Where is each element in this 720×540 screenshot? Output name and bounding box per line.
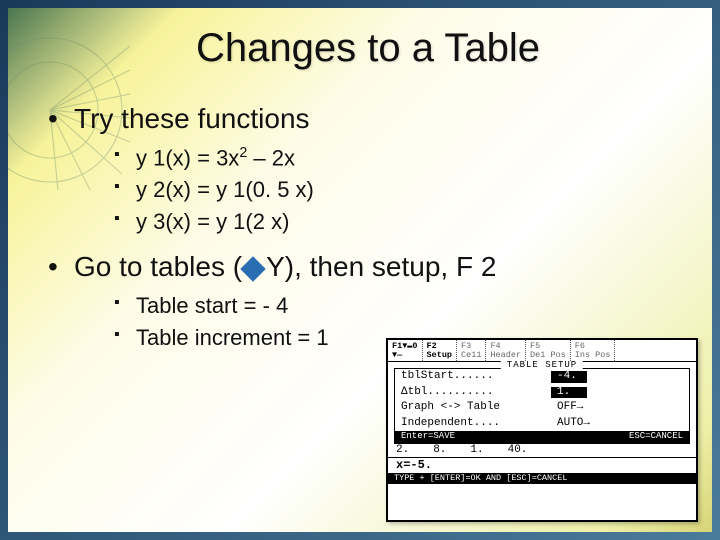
bullet-list-level1: Try these functions y 1(x) = 3x2 – 2x y … — [48, 103, 688, 351]
diamond-icon — [240, 257, 265, 282]
slide-content: Changes to a Table Try these functions y… — [0, 0, 720, 540]
fn-text: y 1(x) = 3x — [136, 145, 239, 170]
bullet-goto-tables: Go to tables ( Y), then setup, F 2 Table … — [48, 251, 688, 351]
x-entry-line[interactable]: x=-5. — [388, 457, 696, 473]
field-label: Independent.... — [401, 418, 551, 430]
function-list: y 1(x) = 3x2 – 2x y 2(x) = y 1(0. 5 x) y… — [114, 145, 688, 235]
table-data-row: 2. 8. 1. 40. — [388, 444, 696, 458]
bullet-text: Go to tables ( — [74, 251, 242, 282]
delta-tbl-row: Δtbl.......... 1. — [395, 385, 689, 401]
tblstart-row: tblStart...... -4. — [395, 369, 689, 385]
enter-save-hint: Enter=SAVE — [401, 432, 455, 441]
tblstart-value[interactable]: -4. — [551, 371, 587, 383]
calc-tab-f3[interactable]: F3Ce11 — [457, 340, 486, 361]
independent-row: Independent.... AUTO→ — [395, 416, 689, 432]
tab-label: De1 Pos — [530, 351, 566, 360]
field-label: Δtbl.......... — [401, 387, 551, 399]
function-y3: y 3(x) = y 1(2 x) — [114, 209, 688, 235]
tab-label: Header — [490, 351, 521, 360]
dialog-footer: Enter=SAVE ESC=CANCEL — [395, 431, 689, 442]
esc-cancel-hint: ESC=CANCEL — [629, 432, 683, 441]
calc-tab-f4[interactable]: F4Header — [486, 340, 526, 361]
tab-label: Setup — [427, 351, 453, 360]
calc-tab-f6[interactable]: F6Ins Pos — [571, 340, 616, 361]
delta-tbl-value[interactable]: 1. — [551, 387, 587, 399]
calc-tab-f5[interactable]: F5De1 Pos — [526, 340, 571, 361]
bullet-try-functions: Try these functions y 1(x) = 3x2 – 2x y … — [48, 103, 688, 235]
field-label: tblStart...... — [401, 371, 551, 383]
function-y1: y 1(x) = 3x2 – 2x — [114, 145, 688, 171]
field-label: Graph <-> Table — [401, 402, 551, 414]
table-start-item: Table start = - 4 — [114, 293, 688, 319]
slide-title: Changes to a Table — [48, 26, 688, 71]
independent-value[interactable]: AUTO→ — [551, 418, 596, 430]
tab-label: Ce11 — [461, 351, 481, 360]
table-cell: 40. — [508, 445, 528, 457]
calc-tab-f1[interactable]: F1▼▬0▼— — [388, 340, 423, 361]
calc-status-bar: TYPE + [ENTER]=OK AND [ESC]=CANCEL — [388, 473, 696, 484]
graph-table-row: Graph <-> Table OFF→ — [395, 400, 689, 416]
fn-text: – 2x — [247, 145, 295, 170]
table-cell: 1. — [470, 445, 483, 457]
table-cell: 2. — [396, 445, 409, 457]
dialog-title: TABLE SETUP — [501, 361, 583, 370]
calc-toolbar: F1▼▬0▼— F2Setup F3Ce11 F4Header F5De1 Po… — [388, 340, 696, 362]
tab-label: Ins Pos — [575, 351, 611, 360]
bullet-text: Try these functions — [74, 103, 310, 134]
calculator-screenshot: F1▼▬0▼— F2Setup F3Ce11 F4Header F5De1 Po… — [386, 338, 698, 522]
bullet-text: Y), then setup, F 2 — [266, 251, 496, 282]
function-y2: y 2(x) = y 1(0. 5 x) — [114, 177, 688, 203]
graph-table-value[interactable]: OFF→ — [551, 402, 589, 414]
table-setup-dialog: TABLE SETUP tblStart...... -4. Δtbl.....… — [394, 368, 690, 444]
table-cell: 8. — [433, 445, 446, 457]
calc-tab-f2-setup[interactable]: F2Setup — [423, 340, 458, 361]
tab-label: ▼— — [392, 351, 418, 360]
